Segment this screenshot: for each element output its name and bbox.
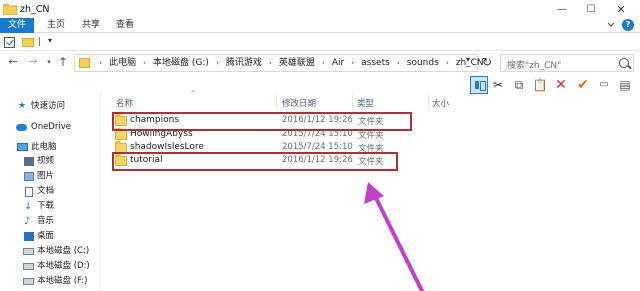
annotation-arrow-shaft (373, 194, 424, 291)
annotation-arrow (364, 182, 424, 291)
annotation-arrow-head (364, 182, 384, 204)
